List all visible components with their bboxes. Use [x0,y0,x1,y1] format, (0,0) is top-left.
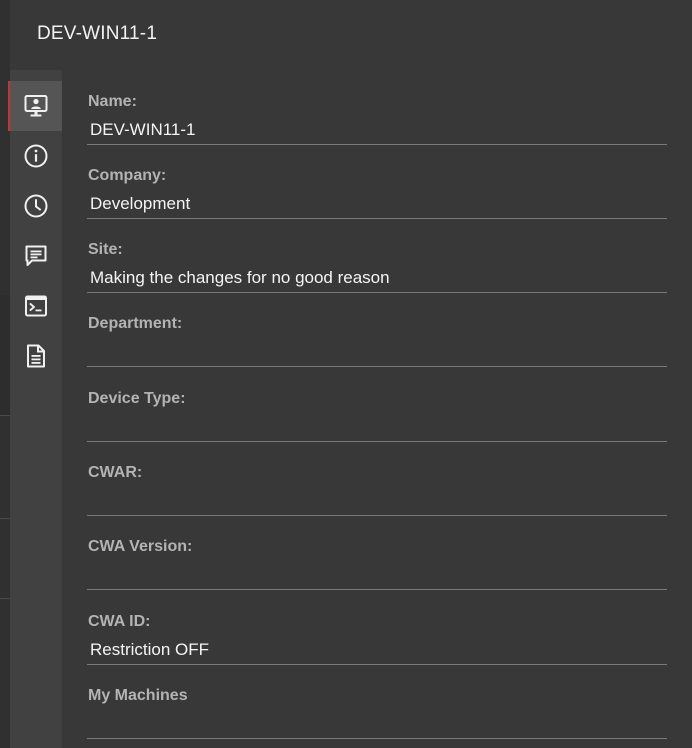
field-label: Department: [88,315,183,332]
field-label: CWA Version: [88,538,193,555]
nav-device-info-button[interactable] [8,81,62,131]
field-site: Site: Making the changes for no good rea… [87,219,667,293]
field-label: My Machines [88,687,188,704]
field-value[interactable]: DEV-WIN11-1 [90,120,196,140]
field-label: Name: [88,93,137,110]
background-divider [0,598,10,599]
field-company: Company: Development [87,145,667,219]
field-label: CWA ID: [88,613,151,630]
clock-icon [23,193,49,219]
background-panel-segment [0,295,10,415]
info-icon [23,143,49,169]
document-icon [23,343,49,369]
field-my-machines: My Machines [87,665,667,739]
device-details-panel: DEV-WIN11-1 Name: DEV-WIN11-1 Company: D… [0,0,692,748]
side-nav-rail [8,70,62,748]
device-fields: Name: DEV-WIN11-1 Company: Development S… [62,70,692,748]
background-divider [0,518,10,519]
field-department: Department: [87,293,667,367]
field-value[interactable]: Making the changes for no good reason [90,268,390,288]
field-cwa-id: CWA ID: Restriction OFF [87,591,667,665]
device-title: DEV-WIN11-1 [37,23,158,44]
field-label: Site: [88,241,123,258]
field-device-type: Device Type: [87,368,667,442]
field-label: Device Type: [88,390,186,407]
field-name: Name: DEV-WIN11-1 [87,71,667,145]
field-cwa-version: CWA Version: [87,516,667,590]
background-divider [0,415,10,416]
field-cwar: CWAR: [87,442,667,516]
nav-history-button[interactable] [10,181,62,231]
field-value[interactable]: Restriction OFF [90,640,209,660]
nav-info-button[interactable] [10,131,62,181]
field-label: CWAR: [88,464,143,481]
nav-document-button[interactable] [10,331,62,381]
chat-icon [23,243,49,269]
panel-header: DEV-WIN11-1 [10,0,692,70]
terminal-icon [23,293,49,319]
monitor-user-icon [23,93,49,119]
field-label: Company: [88,167,167,184]
field-value[interactable]: Development [90,194,190,214]
nav-terminal-button[interactable] [10,281,62,331]
nav-chat-button[interactable] [10,231,62,281]
